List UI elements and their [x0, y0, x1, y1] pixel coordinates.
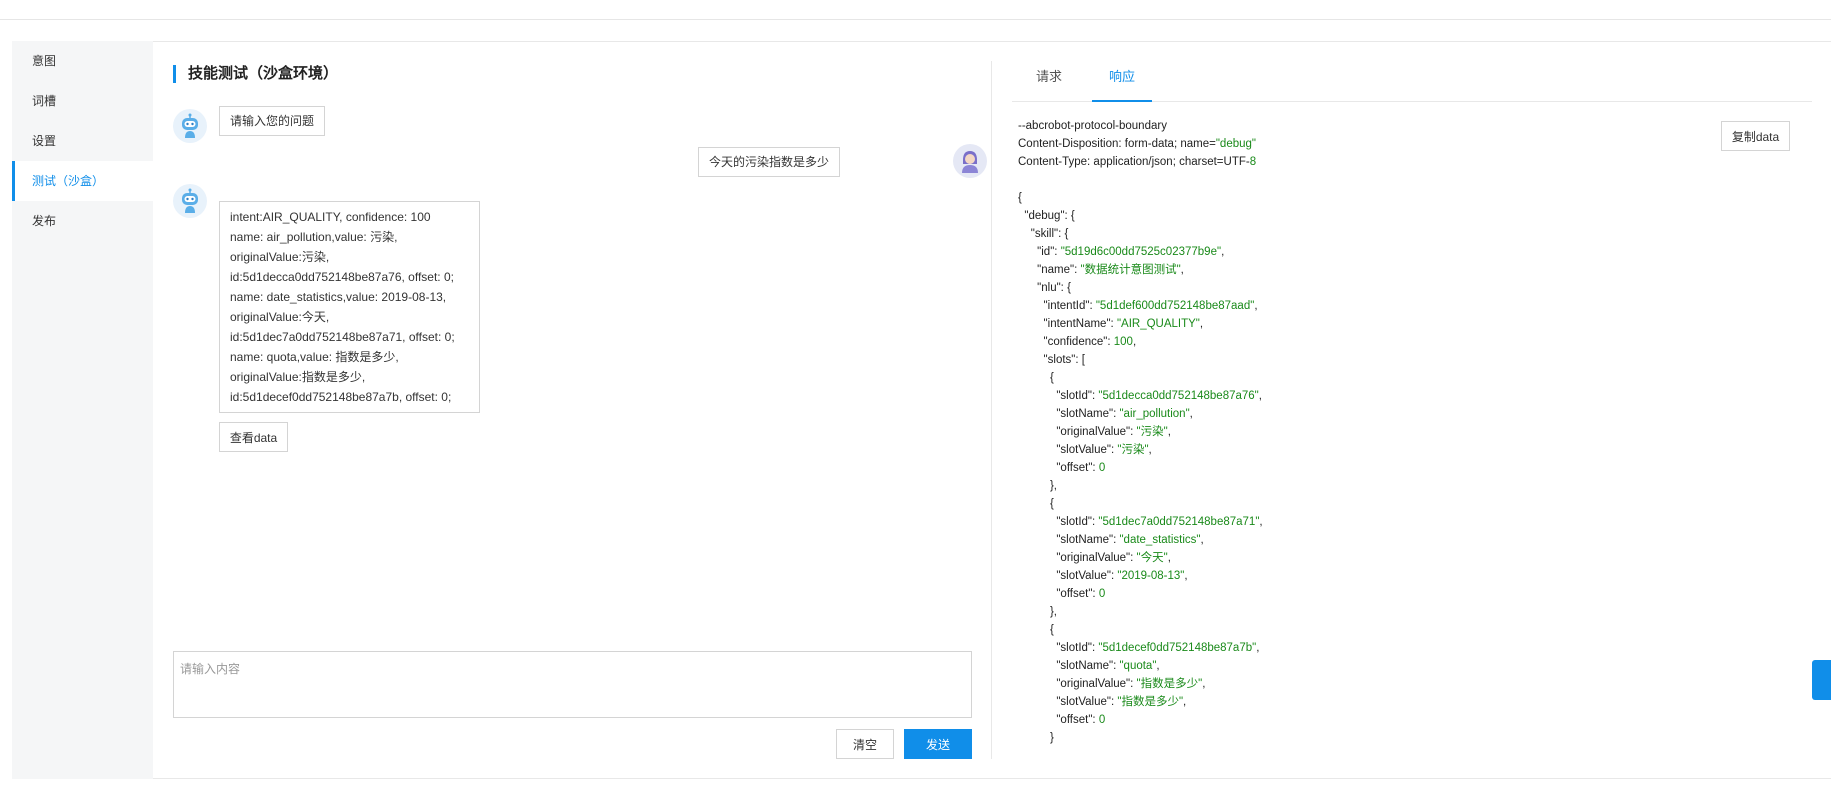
code-value: "5d19d6c00dd7525c02377b9e" [1060, 246, 1222, 258]
feedback-icon[interactable] [1812, 660, 1831, 700]
sidebar-item-test-sandbox[interactable]: 测试（沙盒） [12, 161, 153, 201]
panel-divider [991, 61, 992, 759]
code-value: "5d1def600dd752148be87aad" [1095, 300, 1255, 312]
code-value: "2019-08-13" [1117, 570, 1185, 582]
chat-input[interactable] [173, 651, 972, 718]
view-data-button[interactable]: 查看data [219, 422, 288, 452]
sidebar: 意图 词槽 设置 测试（沙盒） 发布 [12, 41, 153, 779]
robot-avatar-icon [173, 184, 207, 218]
code-text: Content-Type: application/json; charset=… [1018, 156, 1250, 168]
code-value: 8 [1249, 156, 1257, 168]
code-value: 0 [1098, 462, 1106, 474]
copy-data-button[interactable]: 复制data [1721, 121, 1790, 151]
reply-line: originalValue:指数是多少, [230, 370, 366, 384]
send-button[interactable]: 发送 [904, 729, 972, 759]
code-value: "指数是多少" [1136, 678, 1203, 690]
code-value: 0 [1098, 714, 1106, 726]
sidebar-item-intent[interactable]: 意图 [12, 41, 153, 81]
bot-greeting-bubble: 请输入您的问题 [219, 106, 326, 136]
code-value: "今天" [1136, 552, 1168, 564]
code-value: 0 [1098, 588, 1106, 600]
code-value: "指数是多少" [1117, 696, 1184, 708]
reply-line: name: date_statistics,value: 2019-08-13, [230, 290, 447, 304]
top-bar [0, 0, 1831, 20]
code-value: "5d1decef0dd752148be87a7b" [1098, 642, 1257, 654]
code-value: "污染" [1136, 426, 1168, 438]
tab-response[interactable]: 响应 [1092, 52, 1152, 102]
code-value: "debug" [1215, 138, 1256, 150]
code-value: "污染" [1117, 444, 1149, 456]
reply-line: originalValue:今天, [230, 310, 330, 324]
code-value: "数据统计意图测试" [1080, 264, 1181, 276]
tab-request[interactable]: 请求 [1028, 52, 1070, 102]
code-text: --abcrobot-protocol-boundary [1018, 120, 1167, 132]
code-value: "5d1decca0dd752148be87a76" [1098, 390, 1259, 402]
test-panel: 技能测试（沙盒环境） 请输入您的问题 今天的污染指数是多少 intent:AIR… [153, 41, 987, 779]
user-avatar-icon [953, 144, 987, 178]
bot-reply-bubble: intent:AIR_QUALITY, confidence: 100 name… [219, 201, 480, 413]
page-title: 技能测试（沙盒环境） [173, 65, 338, 83]
reply-line: name: quota,value: 指数是多少, [230, 350, 399, 364]
reply-line: id:5d1decca0dd752148be87a76, offset: 0; [230, 270, 454, 284]
code-value: 100 [1113, 336, 1133, 348]
robot-avatar-icon [173, 109, 207, 143]
sidebar-item-slot[interactable]: 词槽 [12, 81, 153, 121]
code-text: Content-Disposition: form-data; name= [1018, 138, 1216, 150]
reply-line: name: air_pollution,value: 污染, [230, 230, 398, 244]
sidebar-item-settings[interactable]: 设置 [12, 121, 153, 161]
reply-line: originalValue:污染, [230, 250, 330, 264]
code-value: "air_pollution" [1119, 408, 1190, 420]
response-tabs: 请求 响应 [1012, 52, 1812, 102]
code-value: "5d1dec7a0dd752148be87a71" [1098, 516, 1260, 528]
user-message-bubble: 今天的污染指数是多少 [698, 147, 841, 177]
code-value: "quota" [1119, 660, 1157, 672]
reply-line: intent:AIR_QUALITY, confidence: 100 [230, 210, 431, 224]
reply-line: id:5d1dec7a0dd752148be87a71, offset: 0; [230, 330, 455, 344]
sidebar-item-publish[interactable]: 发布 [12, 201, 153, 241]
response-panel: 请求 响应 复制data --abcrobot-protocol-boundar… [1012, 41, 1812, 779]
code-value: "date_statistics" [1119, 534, 1201, 546]
code-value: "AIR_QUALITY" [1116, 318, 1200, 330]
reply-line: id:5d1decef0dd752148be87a7b, offset: 0; [230, 390, 452, 404]
clear-button[interactable]: 清空 [836, 729, 894, 759]
response-code-block: --abcrobot-protocol-boundary Content-Dis… [1018, 120, 1263, 744]
